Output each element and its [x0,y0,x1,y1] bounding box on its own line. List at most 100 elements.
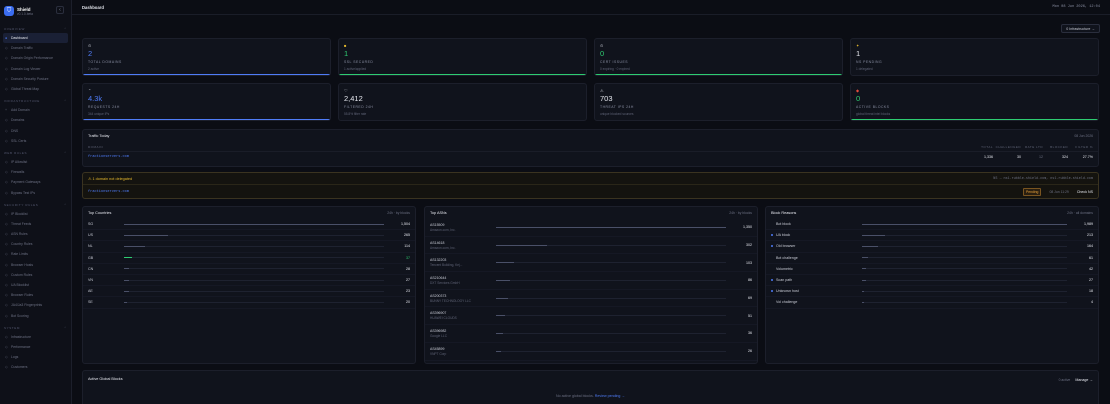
list-item: AS396907 HUAWEI CLOUDS 51 [425,307,757,326]
bar-track [496,332,726,334]
sidebar-item-global-threat-map[interactable]: ◇ Global Threat Map [0,84,71,94]
list-item: Unknown host 18 [766,286,1098,298]
list-item: NL 114 [83,241,415,253]
sidebar-item-performance[interactable]: ◇ Performance [0,342,71,352]
stat-label: Requests 24h [88,105,120,109]
sidebar-section-title: Security Rules [4,202,39,207]
list-item: Vol challenge 4 [766,297,1098,309]
sidebar-item-label: Browser Rules [11,293,34,298]
stat-icon: ⚠ [600,88,604,93]
bar-track [862,279,1067,281]
asns-title: Top ASNs [430,211,447,215]
sidebar-item-country-rules[interactable]: ◇ Country Rules [0,239,71,249]
bar-track [124,234,384,236]
stat-value: 1 [856,49,861,58]
stat-value: 703 [600,94,613,103]
sidebar-section-header[interactable]: System ⌃ [0,324,71,332]
sidebar-section-header[interactable]: Infrastructure ⌃ [0,97,71,105]
stat-value: 0 [856,94,861,103]
stat-card-requests-24h[interactable]: ⌃ 4.3k Requests 24h 344 unique IPs [82,83,331,121]
list-item: AS210644 DXT Services GmbH 86 [425,272,757,290]
sidebar-item-dashboard[interactable]: ● Dashboard [3,33,68,44]
reason-value: 213 [1087,233,1093,238]
sidebar-item-payment-gateways[interactable]: ◇ Payment Gateways [0,177,71,187]
nav-item-icon: ◇ [5,334,8,339]
list-item: Old browser 164 [766,241,1098,253]
sidebar-item-label: Domains [11,118,25,123]
asn-value: 36 [748,331,752,336]
sidebar-item-threat-feeds[interactable]: ◇ Threat Feeds [0,219,71,229]
sidebar-item-logs[interactable]: ◇ Logs [0,352,71,362]
sidebar-item-firewalls[interactable]: ◇ Firewalls [0,167,71,177]
sidebar-item-label: Global Threat Map [11,87,40,92]
bar-fill [496,279,510,281]
stat-card-cert-issues[interactable]: ⊙ 0 Cert Issues 0 expiring · 0 expired [594,38,843,76]
sidebar-item-ssl-certs[interactable]: ◇ SSL Certs [0,136,71,146]
stat-card-total-domains[interactable]: ⊙ 2 Total Domains 2 active [82,38,331,76]
stat-card-active-blocks[interactable]: ◆ 0 Active Blocks global threat intel block… [850,83,1099,121]
sidebar-item-ua-blocklist[interactable]: ◇ UA Blocklist [0,280,71,290]
check-ns-button[interactable]: Check NS [1077,190,1093,194]
stat-card-ssl-secured[interactable]: ■ 1 SSL Secured 1 active/applied [338,38,587,76]
asn-value: 51 [748,313,752,318]
sidebar-item-browser-hosts[interactable]: ◇ Browser Hosts [0,260,71,270]
review-pending-link[interactable]: Review pending → [595,394,625,398]
sidebar-item-asn-rules[interactable]: ◇ ASN Rules [0,229,71,239]
stat-subtext: 2 active [88,67,99,71]
sidebar-item-ja4-ja3-fingerprints[interactable]: ◇ JA4/Ja3 Fingerprints [0,300,71,310]
sidebar-item-browser-rules[interactable]: ◇ Browser Rules [0,290,71,300]
stat-subtext: 344 unique IPs [88,112,110,116]
global-blocks-panel: Active Global Blocks 0 active Manage → N… [82,370,1099,404]
sidebar-item-infrastructure[interactable]: ◇ Infrastructure [0,332,71,342]
list-item: Bot challenge 61 [766,253,1098,264]
sidebar-item-domain-traffic[interactable]: ◇ Domain Traffic [0,43,71,53]
bar-track [124,268,384,270]
reason-value: 1,989 [1084,222,1093,227]
stat-card-threat-ips-24h[interactable]: ⚠ 703 Threat IPs 24h unique blocked sources [594,83,843,121]
stat-icon: ◆ [856,88,860,93]
country-code: GB [88,255,94,260]
chevron-up-icon: ⌃ [63,150,67,155]
bar-track [496,315,726,317]
stat-label: NS Pending [856,60,883,64]
list-item: SG 1,504 [83,219,415,231]
nav-item-icon: ◇ [5,365,8,370]
sidebar-item-customers[interactable]: ◇ Customers [0,362,71,372]
sidebar-item-domain-origin-performance[interactable]: ◇ Domain Origin Performance [0,53,71,63]
nav-item-icon: ◇ [5,272,8,277]
challenged-cell: 30 [1017,155,1021,159]
chevron-up-icon: ⌃ [63,202,67,207]
country-code: SE [88,300,93,305]
infrastructure-button[interactable]: 0 Infrastructure → [1061,24,1100,33]
sidebar-item-bypass-test-ips[interactable]: ◇ Bypass Test IPs [0,187,71,197]
topbar: Dashboard Mon 08 Jun 2026, 12:04 [72,0,1110,15]
sidebar-item-custom-rules[interactable]: ◇ Custom Rules [0,270,71,280]
domain-link[interactable]: fractionservers.com [88,155,971,159]
sidebar-section-header[interactable]: Overview ⌃ [0,25,71,33]
country-code: CN [88,266,94,271]
sidebar-item-domain-security-posture[interactable]: ◇ Domain Security Posture [0,74,71,84]
sidebar-item-add-domain[interactable]: + Add Domain [0,105,71,115]
manage-button[interactable]: Manage → [1075,378,1093,382]
sidebar-item-ip-blocklist[interactable]: ◇ IP Blocklist [0,209,71,219]
stat-icon: ✦ [856,43,860,48]
sidebar-section-header[interactable]: Web Rules ⌃ [0,149,71,157]
alert-domain-link[interactable]: fractionservers.com [88,190,1023,194]
sidebar-section-header[interactable]: Security Rules ⌃ [0,201,71,209]
sidebar-item-rate-limits[interactable]: ◇ Rate Limits [0,249,71,259]
nav-item-icon: ◇ [5,232,8,237]
sidebar-item-domains[interactable]: ◇ Domains [0,115,71,125]
stat-card-filtered-24h[interactable]: ♡ 2,412 Filtered 24h 55.8% filter rate [338,83,587,121]
sidebar-item-bot-scoring[interactable]: ◇ Bot Scoring [0,311,71,321]
stat-label: Active Blocks [856,105,890,109]
bar-fill [496,244,547,246]
sidebar-item-domain-log-viewer[interactable]: ◇ Domain Log Viewer [0,64,71,74]
table-row[interactable]: fractionservers.com 1,336 30 12 324 27.7… [83,152,1098,162]
reason-name: Scan path [776,278,793,283]
sidebar-item-dns[interactable]: ◇ DNS [0,126,71,136]
sidebar-item-ip-allowlist[interactable]: ◇ IP Allowlist [0,157,71,167]
bar-track [496,297,726,299]
collapse-sidebar-icon[interactable]: ‹ [56,6,64,14]
stat-card-ns-pending[interactable]: ✦ 1 NS Pending 1 delegated [850,38,1099,76]
countries-title: Top Countries [88,211,112,215]
